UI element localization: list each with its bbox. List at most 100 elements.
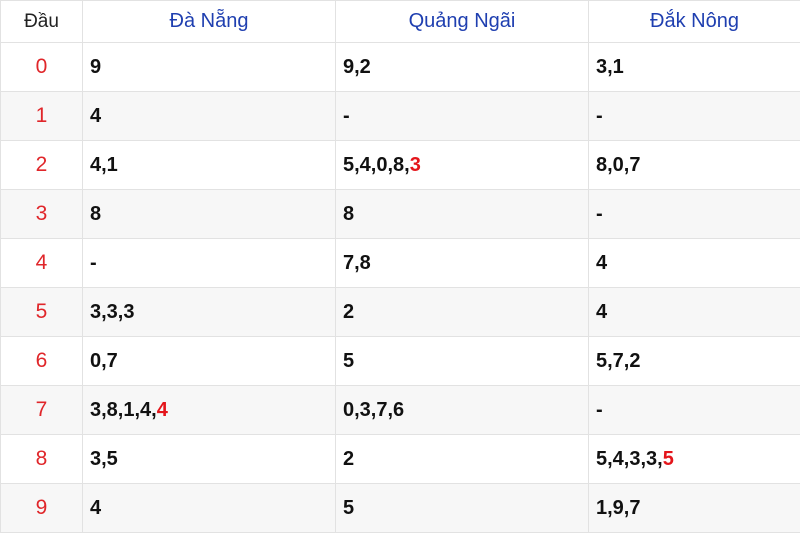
value-cell-quang-ngai: 5 [335,483,589,533]
value-cell-quang-ngai: 2 [335,287,589,337]
loto-numbers: 5,4,3,3,5 [596,448,674,470]
loto-numbers: 3,5 [90,448,118,470]
loto-numbers: 1,9,7 [596,497,640,519]
table-row: 388- [0,189,800,239]
value-cell-quang-ngai: 5 [335,336,589,386]
loto-numbers: 4 [90,105,101,127]
loto-numbers: 3,1 [596,56,624,78]
loto-number-highlight: 3 [409,153,421,176]
dau-cell: 1 [0,91,83,141]
table-header: Đầu Đà Nẵng Quảng Ngãi Đắk Nông [0,0,800,43]
loto-number-highlight: 4 [156,398,168,421]
loto-numbers: 0,3,7,6 [343,399,404,421]
loto-head-table: Đầu Đà Nẵng Quảng Ngãi Đắk Nông 0 9 9,2 3,1… [0,0,800,533]
table-row: 14 - - [0,91,800,141]
loto-number-list: 3,1 [596,55,624,78]
loto-numbers: 3,8,1,4,4 [90,399,168,421]
value-cell-quang-ngai: 0,3,7,6 [335,385,589,435]
value-cell-dak-nong: - [588,189,800,239]
value-cell-quang-ngai: 9,2 [335,42,589,92]
dau-cell: 3 [0,189,83,239]
loto-number-list: 3,3,3 [90,300,135,323]
loto-number-list: 4,1 [90,153,118,176]
value-cell-dak-nong: 5,7,2 [588,336,800,386]
province-header-dak-nong: Đắk Nông [588,0,800,43]
value-cell-dak-nong: 5,4,3,3,5 [588,434,800,484]
loto-number-list: 9 [90,55,102,78]
loto-number-list: 4 [596,300,608,323]
loto-number-list: 1,9,7 [596,496,641,519]
dau-cell: 2 [0,140,83,190]
value-cell-dak-nong: 1,9,7 [588,483,800,533]
loto-numbers: 5,7,2 [596,350,640,372]
dau-column-header: Đầu [0,0,83,43]
loto-number-list: 5 [343,496,355,519]
loto-numbers: 4 [596,301,607,323]
loto-number-highlight: 5 [662,447,674,470]
value-cell-da-nang: 0,7 [82,336,336,386]
value-cell-da-nang: 3,5 [82,434,336,484]
loto-numbers: 4,1 [90,154,118,176]
table-row: 9 4 5 1,9,7 [0,483,800,533]
header-row: Đầu Đà Nẵng Quảng Ngãi Đắk Nông [0,0,800,43]
table-row: 8 3,5 2 5,4,3,3,5 [0,434,800,484]
value-cell-da-nang: 3,3,3 [82,287,336,337]
table-row: 0 9 9,2 3,1 [0,42,800,92]
loto-number-list: 5,4,3,3, [596,447,663,470]
loto-number-list: - [90,251,97,274]
loto-number-list: 0,7 [90,349,118,372]
loto-numbers: 8,0,7 [596,154,640,176]
province-header-da-nang: Đà Nẵng [82,0,336,43]
value-cell-dak-nong: - [588,385,800,435]
loto-numbers: 8 [90,203,101,225]
loto-numbers: 8 [343,203,354,225]
loto-number-list: - [343,104,350,127]
loto-number-list: 5,7,2 [596,349,641,372]
loto-numbers: 3,3,3 [90,301,134,323]
loto-number-list: 3,5 [90,447,118,470]
table-row: 2 4,1 5,4,0,8,3 8,0,7 [0,140,800,190]
loto-numbers: 4 [90,497,101,519]
loto-number-list: 5 [343,349,355,372]
dau-cell: 0 [0,42,83,92]
table-row: 7 3,8,1,4,4 0,3,7,6 - [0,385,800,435]
table-row: 5 3,3,3 2 4 [0,287,800,337]
loto-numbers: - [596,203,603,225]
loto-number-list: 8 [90,202,102,225]
loto-numbers: 0,7 [90,350,118,372]
province-header-quang-ngai: Quảng Ngãi [335,0,589,43]
value-cell-da-nang: - [82,238,336,288]
value-cell-dak-nong: 4 [588,287,800,337]
loto-number-list: 2 [343,300,355,323]
loto-number-list: 4 [90,496,102,519]
loto-number-list: 8 [343,202,355,225]
value-cell-da-nang: 4,1 [82,140,336,190]
loto-number-list: 8,0,7 [596,153,641,176]
loto-number-list: 0,3,7,6 [343,398,405,421]
dau-cell: 9 [0,483,83,533]
loto-numbers: - [596,399,603,421]
value-cell-da-nang: 9 [82,42,336,92]
value-cell-dak-nong: 3,1 [588,42,800,92]
loto-numbers: - [343,105,350,127]
loto-number-list: - [596,202,603,225]
value-cell-da-nang: 4 [82,483,336,533]
dau-cell: 7 [0,385,83,435]
value-cell-dak-nong: 4 [588,238,800,288]
value-cell-dak-nong: - [588,91,800,141]
loto-number-list: - [596,104,603,127]
value-cell-quang-ngai: 2 [335,434,589,484]
value-cell-da-nang: 4 [82,91,336,141]
value-cell-da-nang: 3,8,1,4,4 [82,385,336,435]
value-cell-quang-ngai: - [335,91,589,141]
loto-numbers: 5,4,0,8,3 [343,154,421,176]
loto-numbers: - [596,105,603,127]
loto-numbers: 2 [343,301,354,323]
loto-number-list: 4 [90,104,102,127]
loto-number-list: 7,8 [343,251,371,274]
loto-numbers: 9,2 [343,56,371,78]
loto-number-list: 2 [343,447,355,470]
loto-numbers: 2 [343,448,354,470]
loto-numbers: 4 [596,252,607,274]
value-cell-da-nang: 8 [82,189,336,239]
